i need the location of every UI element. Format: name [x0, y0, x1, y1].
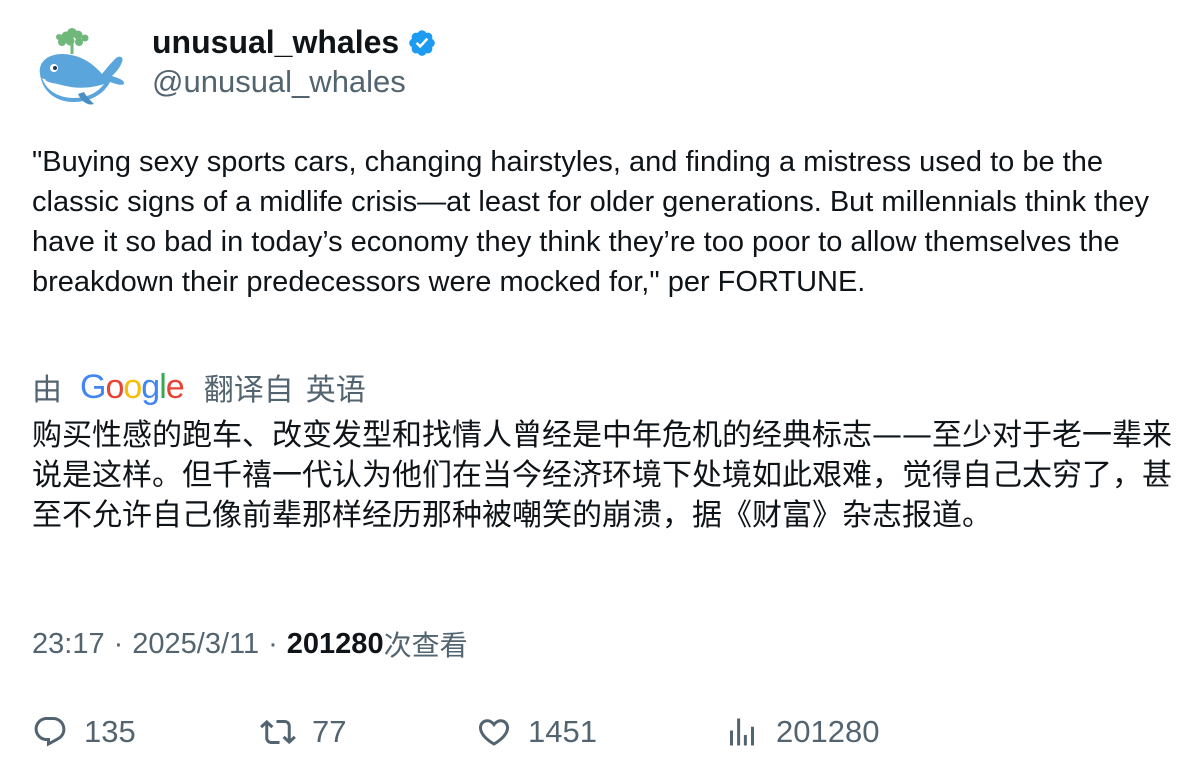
- analytics-icon: [730, 718, 754, 746]
- translated-from-label: 翻译自: [203, 373, 294, 408]
- views-count: 201280: [286, 627, 384, 660]
- views-label: 次查看: [383, 629, 468, 662]
- reply-button[interactable]: 135: [32, 710, 136, 754]
- verified-badge-icon: [409, 30, 435, 56]
- translation-attribution[interactable]: 由 Google 翻译自 英语: [32, 366, 366, 409]
- author-handle[interactable]: @unusual_whales: [152, 62, 437, 102]
- retweet-icon: [260, 719, 296, 745]
- heart-icon: [478, 719, 510, 746]
- views-action-count: 201280: [776, 714, 880, 749]
- tweet-date[interactable]: 2025/3/11: [132, 628, 259, 661]
- retweet-button[interactable]: 77: [260, 710, 346, 754]
- meta-separator: ·: [113, 627, 124, 660]
- action-bar: 135 77 1451 201280: [32, 710, 1172, 754]
- tweet-time[interactable]: 23:17: [32, 628, 105, 661]
- retweet-count: 77: [312, 714, 347, 749]
- translated-text: 购买性感的跑车、改变发型和找情人曾经是中年危机的经典标志——至少对于老一辈来说是…: [32, 418, 1172, 533]
- tweet-text: "Buying sexy sports cars, changing hairs…: [32, 146, 1158, 298]
- like-button[interactable]: 1451: [476, 710, 597, 754]
- source-language: 英语: [305, 373, 366, 408]
- whale-logo-icon: [39, 28, 125, 105]
- google-logo: Google: [80, 367, 185, 406]
- reply-icon: [34, 717, 66, 747]
- views-button[interactable]: 201280: [724, 710, 879, 754]
- tweet-meta: 23:17 · 2025/3/11 · 201280 次查看: [32, 624, 468, 664]
- like-count: 1451: [528, 714, 597, 749]
- avatar[interactable]: [32, 22, 128, 114]
- tweet-header: unusual_whales @unusual_whales: [32, 22, 437, 114]
- author-display-name[interactable]: unusual_whales: [152, 22, 399, 62]
- reply-count: 135: [84, 714, 136, 749]
- translated-by-label: 由: [32, 373, 62, 408]
- meta-separator: ·: [268, 627, 278, 660]
